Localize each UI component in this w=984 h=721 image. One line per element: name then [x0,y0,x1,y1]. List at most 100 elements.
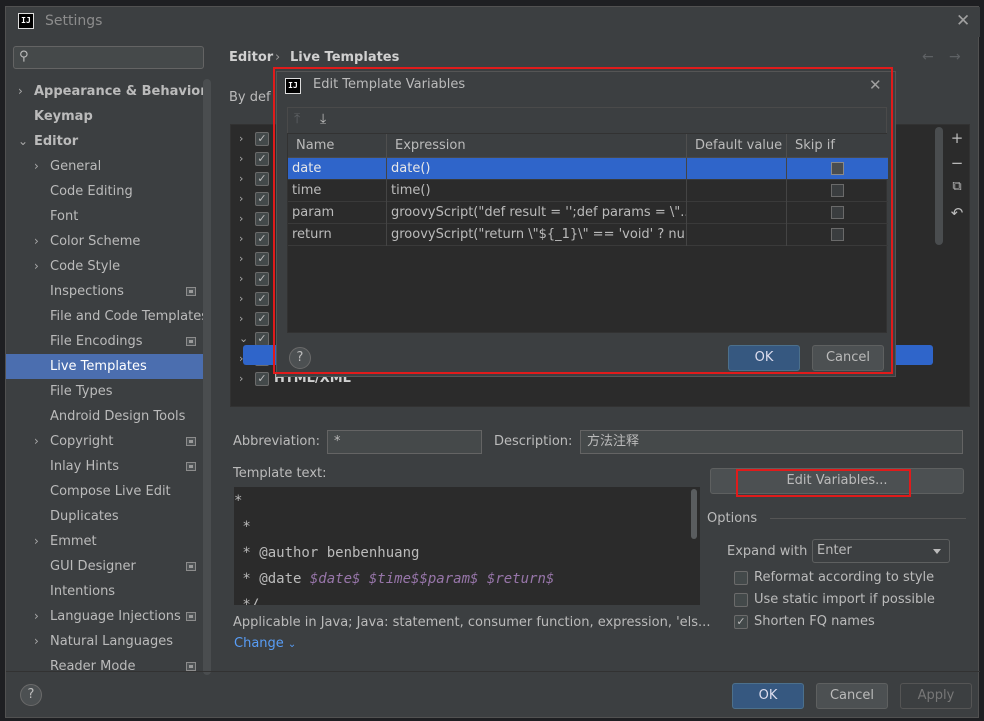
sidebar-scrollbar[interactable] [203,79,211,675]
sidebar-item[interactable]: File Types [6,379,211,404]
help-button[interactable]: ? [20,684,42,706]
template-group-checkbox[interactable]: ✓ [255,172,269,186]
sidebar-item[interactable]: Font [6,204,211,229]
chevron-right-icon[interactable]: › [34,229,39,254]
chevron-right-icon[interactable]: › [34,604,39,629]
template-text-segment: */ [234,597,260,605]
sidebar-item[interactable]: Duplicates [6,504,211,529]
sidebar-item[interactable]: Inlay Hints [6,454,211,479]
add-icon[interactable]: + [948,129,966,147]
chevron-right-icon[interactable]: › [239,169,243,189]
chevron-right-icon[interactable]: › [239,229,243,249]
template-group-checkbox[interactable]: ✓ [255,232,269,246]
copy-icon[interactable]: ⧉ [948,179,966,194]
sidebar-item[interactable]: › Copyright [6,429,211,454]
close-icon[interactable]: ✕ [956,13,970,30]
forward-arrow-icon[interactable]: → [949,49,961,65]
template-text-line: * @author benbenhuang [234,545,419,561]
chevron-right-icon[interactable]: › [239,289,243,309]
template-group-checkbox[interactable]: ✓ [255,212,269,226]
chevron-right-icon[interactable]: › [239,209,243,229]
by-default-text: By def [229,90,271,105]
sidebar-item[interactable]: Reader Mode [6,654,211,679]
template-group-checkbox[interactable]: ✓ [255,372,269,386]
chevron-right-icon[interactable]: › [239,369,243,389]
apply-button[interactable]: Apply [900,683,972,709]
sidebar-item[interactable]: Inspections [6,279,211,304]
sidebar-item[interactable]: GUI Designer [6,554,211,579]
chevron-right-icon[interactable]: › [34,254,39,279]
chevron-right-icon[interactable]: › [239,309,243,329]
option-checkbox-label[interactable]: Reformat according to style [754,570,934,585]
chevron-right-icon[interactable]: › [239,189,243,209]
template-text-line: * [234,493,242,509]
option-checkbox[interactable]: ✓ [734,615,748,629]
ok-button[interactable]: OK [732,683,804,709]
sidebar-item[interactable]: Keymap [6,104,211,129]
template-group-checkbox[interactable]: ✓ [255,192,269,206]
template-text-editor[interactable]: * * * @author benbenhuang * @date $date$… [234,487,700,605]
template-group-checkbox[interactable]: ✓ [255,292,269,306]
expand-with-dropdown[interactable]: Enter [812,539,950,563]
template-group-checkbox[interactable]: ✓ [255,272,269,286]
abbreviation-input[interactable]: * [327,430,482,454]
chevron-right-icon[interactable]: › [239,149,243,169]
template-group-checkbox[interactable]: ✓ [255,252,269,266]
sidebar-item[interactable]: Android Design Tools [6,404,211,429]
chevron-right-icon[interactable]: › [34,629,39,654]
sidebar-item-label: Code Style [50,259,121,274]
change-link-label: Change [234,636,284,651]
option-checkbox-label[interactable]: Use static import if possible [754,592,935,607]
chevron-right-icon[interactable]: › [34,529,39,554]
sidebar-item[interactable]: Intentions [6,579,211,604]
sidebar-item-label: Android Design Tools [50,409,186,424]
template-text-segment [360,571,368,587]
template-variable: $return$ [486,571,555,587]
sidebar-item[interactable]: Live Templates [6,354,211,379]
change-link[interactable]: Change ⌄ [234,636,296,651]
sidebar-item[interactable]: › General [6,154,211,179]
template-group-checkbox[interactable]: ✓ [255,132,269,146]
chevron-right-icon[interactable]: › [34,429,39,454]
sidebar-item[interactable]: › Emmet [6,529,211,554]
template-group-checkbox[interactable]: ✓ [255,332,269,346]
title-bar: IJ Settings ✕ [6,7,980,37]
option-checkbox-label[interactable]: Shorten FQ names [754,614,875,629]
settings-search-input[interactable]: ⚲ [13,46,204,69]
sidebar-item[interactable]: File Encodings [6,329,211,354]
chevron-right-icon[interactable]: › [239,269,243,289]
template-text-segment [478,571,486,587]
back-arrow-icon[interactable]: ← [922,49,934,65]
template-group-checkbox[interactable]: ✓ [255,152,269,166]
template-list-scrollbar[interactable] [935,127,943,245]
option-checkbox[interactable] [734,571,748,585]
template-variable: $time$$param$ [368,571,479,587]
cancel-button[interactable]: Cancel [816,683,888,709]
sidebar-item[interactable]: Compose Live Edit [6,479,211,504]
sidebar-item-label: Keymap [34,109,93,124]
sidebar-item[interactable]: File and Code Templates [6,304,211,329]
abbreviation-label: Abbreviation: [233,434,321,449]
breadcrumb-live-templates: Live Templates [290,50,400,65]
sidebar-item[interactable]: › Code Style [6,254,211,279]
breadcrumb-editor[interactable]: Editor [229,50,273,65]
search-icon: ⚲ [19,49,29,64]
sidebar-item[interactable]: › Natural Languages [6,629,211,654]
option-checkbox[interactable] [734,593,748,607]
sidebar-item[interactable]: Code Editing [6,179,211,204]
template-group-checkbox[interactable]: ✓ [255,312,269,326]
chevron-down-icon[interactable]: ⌄ [18,129,28,154]
sidebar-item[interactable]: › Color Scheme [6,229,211,254]
chevron-right-icon[interactable]: › [239,129,243,149]
sidebar-item[interactable]: › Language Injections [6,604,211,629]
chevron-right-icon[interactable]: › [34,154,39,179]
sidebar-item-label: Color Scheme [50,234,141,249]
chevron-right-icon[interactable]: › [18,79,23,104]
revert-icon[interactable]: ↶ [948,204,966,222]
editor-scrollbar[interactable] [691,489,697,539]
description-input[interactable]: 方法注释 [580,430,963,454]
chevron-right-icon[interactable]: › [239,249,243,269]
remove-icon[interactable]: − [948,154,966,172]
sidebar-item[interactable]: › Appearance & Behavior [6,79,211,104]
sidebar-item[interactable]: ⌄ Editor [6,129,211,154]
